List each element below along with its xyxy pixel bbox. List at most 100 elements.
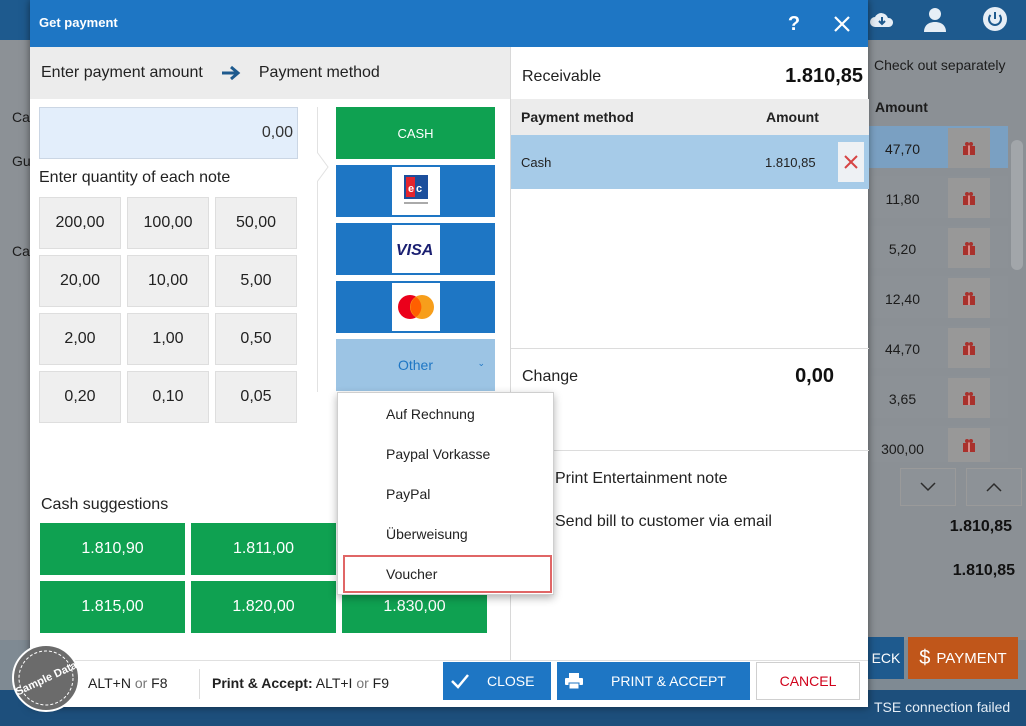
note-button[interactable]: 200,00: [39, 197, 121, 249]
voucher-highlight-box: [343, 555, 552, 593]
other-method-dropdown[interactable]: Other ⌄: [336, 339, 495, 391]
send-bill-email-option[interactable]: Send bill to customer via email: [555, 513, 772, 531]
shortcut2-f: F9: [372, 675, 390, 691]
payment-table-header: Payment method Amount: [511, 99, 869, 135]
right-panel: Receivable 1.810,85 Payment method Amoun…: [510, 47, 869, 660]
gift-icon[interactable]: [948, 128, 990, 168]
payment-label: PAYMENT: [936, 649, 1007, 667]
shortcut1-f: F8: [151, 675, 168, 691]
note-button[interactable]: 0,05: [215, 371, 297, 423]
shortcut2-keys: ALT+I: [315, 675, 353, 691]
visa-card-icon: VISA: [391, 225, 440, 273]
dialog-header: Get payment ?: [30, 0, 868, 47]
payment-amount-input[interactable]: [39, 107, 298, 159]
other-method-label: Other: [397, 357, 433, 373]
get-payment-dialog: Get payment ? Enter payment amount Payme…: [30, 0, 869, 707]
mastercard-icon: [391, 283, 440, 331]
power-icon[interactable]: [982, 6, 1008, 32]
note-button[interactable]: 5,00: [215, 255, 297, 307]
printer-icon: [565, 673, 583, 689]
note-button[interactable]: 0,50: [215, 313, 297, 365]
step-bar: Enter payment amount Payment method: [30, 47, 510, 99]
svg-text:e: e: [408, 183, 414, 195]
payment-button[interactable]: $ PAYMENT: [908, 637, 1018, 679]
note-button[interactable]: 100,00: [127, 197, 209, 249]
divider: [199, 669, 200, 699]
bg-amount: 300,00: [881, 441, 924, 457]
shortcut2-label: Print & Accept:: [212, 675, 313, 691]
close-dialog-button[interactable]: [826, 8, 858, 40]
svg-text:c: c: [416, 183, 422, 195]
cash-suggestion-button[interactable]: 1.815,00: [40, 581, 185, 633]
col-amount: Amount: [766, 109, 819, 125]
bg-check-label: ECK: [871, 650, 901, 666]
cash-suggestion-button[interactable]: 1.810,90: [40, 523, 185, 575]
mastercard-method-button[interactable]: [336, 281, 495, 333]
dialog-title: Get payment: [39, 15, 118, 30]
note-button[interactable]: 2,00: [39, 313, 121, 365]
menu-item-paypal[interactable]: PayPal: [338, 474, 553, 514]
bg-amount: 11,80: [885, 191, 920, 207]
sample-data-badge: Sample Data: [10, 642, 82, 714]
menu-item-ueberweisung[interactable]: Überweisung: [338, 514, 553, 554]
left-label-3: Ca: [12, 243, 30, 259]
bg-amount: 47,70: [884, 141, 921, 157]
bg-scrollbar[interactable]: [1011, 140, 1023, 270]
print-entertainment-note-option[interactable]: Print Entertainment note: [555, 470, 728, 488]
gift-icon[interactable]: [948, 428, 990, 462]
gift-icon[interactable]: [948, 278, 990, 318]
shortcut-print-hint: Print & Accept: ALT+I or F9: [212, 675, 389, 691]
svg-text:VISA: VISA: [396, 242, 433, 257]
payment-row-method: Cash: [521, 155, 552, 170]
change-value: 0,00: [795, 365, 834, 387]
scroll-down-button[interactable]: [900, 468, 956, 506]
note-button[interactable]: 0,20: [39, 371, 121, 423]
remove-payment-button[interactable]: [838, 142, 864, 182]
check-icon: [451, 674, 469, 689]
amount-header: Amount: [875, 99, 928, 115]
note-button[interactable]: 0,10: [127, 371, 209, 423]
divider: [511, 348, 869, 349]
print-accept-button[interactable]: PRINT & ACCEPT: [557, 662, 750, 700]
cash-suggestion-button[interactable]: 1.820,00: [191, 581, 336, 633]
visa-method-button[interactable]: VISA: [336, 223, 495, 275]
cancel-button[interactable]: CANCEL: [756, 662, 860, 700]
scroll-up-button[interactable]: [966, 468, 1022, 506]
user-icon[interactable]: [923, 6, 947, 32]
dollar-icon: $: [919, 646, 931, 669]
bg-amount: 5,20: [888, 241, 917, 257]
gift-icon[interactable]: [948, 178, 990, 218]
check-out-separately[interactable]: Check out separately: [874, 57, 1006, 73]
dialog-footer: ALT+N or F8 Print & Accept: ALT+I or F9 …: [30, 660, 868, 707]
receivable-label: Receivable: [522, 68, 602, 85]
cash-method-button[interactable]: CASH: [336, 107, 495, 159]
note-button[interactable]: 1,00: [127, 313, 209, 365]
other-methods-menu: Auf Rechnung Paypal Vorkasse PayPal Über…: [337, 392, 554, 595]
note-button[interactable]: 10,00: [127, 255, 209, 307]
shortcut1-or: or: [134, 675, 148, 691]
bg-total-1: 1.810,85: [949, 518, 1012, 535]
help-button[interactable]: ?: [778, 8, 810, 40]
note-button[interactable]: 50,00: [215, 197, 297, 249]
bg-amount: 3,65: [888, 391, 917, 407]
note-button[interactable]: 20,00: [39, 255, 121, 307]
gift-icon[interactable]: [948, 328, 990, 368]
chevron-down-icon: [920, 482, 936, 492]
menu-item-auf-rechnung[interactable]: Auf Rechnung: [338, 394, 553, 434]
menu-item-paypal-vorkasse[interactable]: Paypal Vorkasse: [338, 434, 553, 474]
cash-suggestion-button[interactable]: 1.811,00: [191, 523, 336, 575]
divider: [511, 450, 869, 451]
gift-icon[interactable]: [948, 228, 990, 268]
payment-row[interactable]: Cash 1.810,85: [511, 135, 869, 189]
close-label: CLOSE: [487, 673, 535, 689]
bg-check-button[interactable]: ECK: [868, 637, 904, 679]
chevron-down-icon: ⌄: [477, 358, 485, 368]
app-left-panel: Ca Gu Ca: [0, 40, 31, 640]
col-payment-method: Payment method: [521, 109, 634, 125]
ec-card-method-button[interactable]: ec: [336, 165, 495, 217]
step-payment-method: Payment method: [258, 64, 380, 81]
close-button[interactable]: CLOSE: [443, 662, 551, 700]
gift-icon[interactable]: [948, 378, 990, 418]
cloud-download-icon[interactable]: [869, 8, 895, 32]
close-icon: [834, 16, 850, 32]
